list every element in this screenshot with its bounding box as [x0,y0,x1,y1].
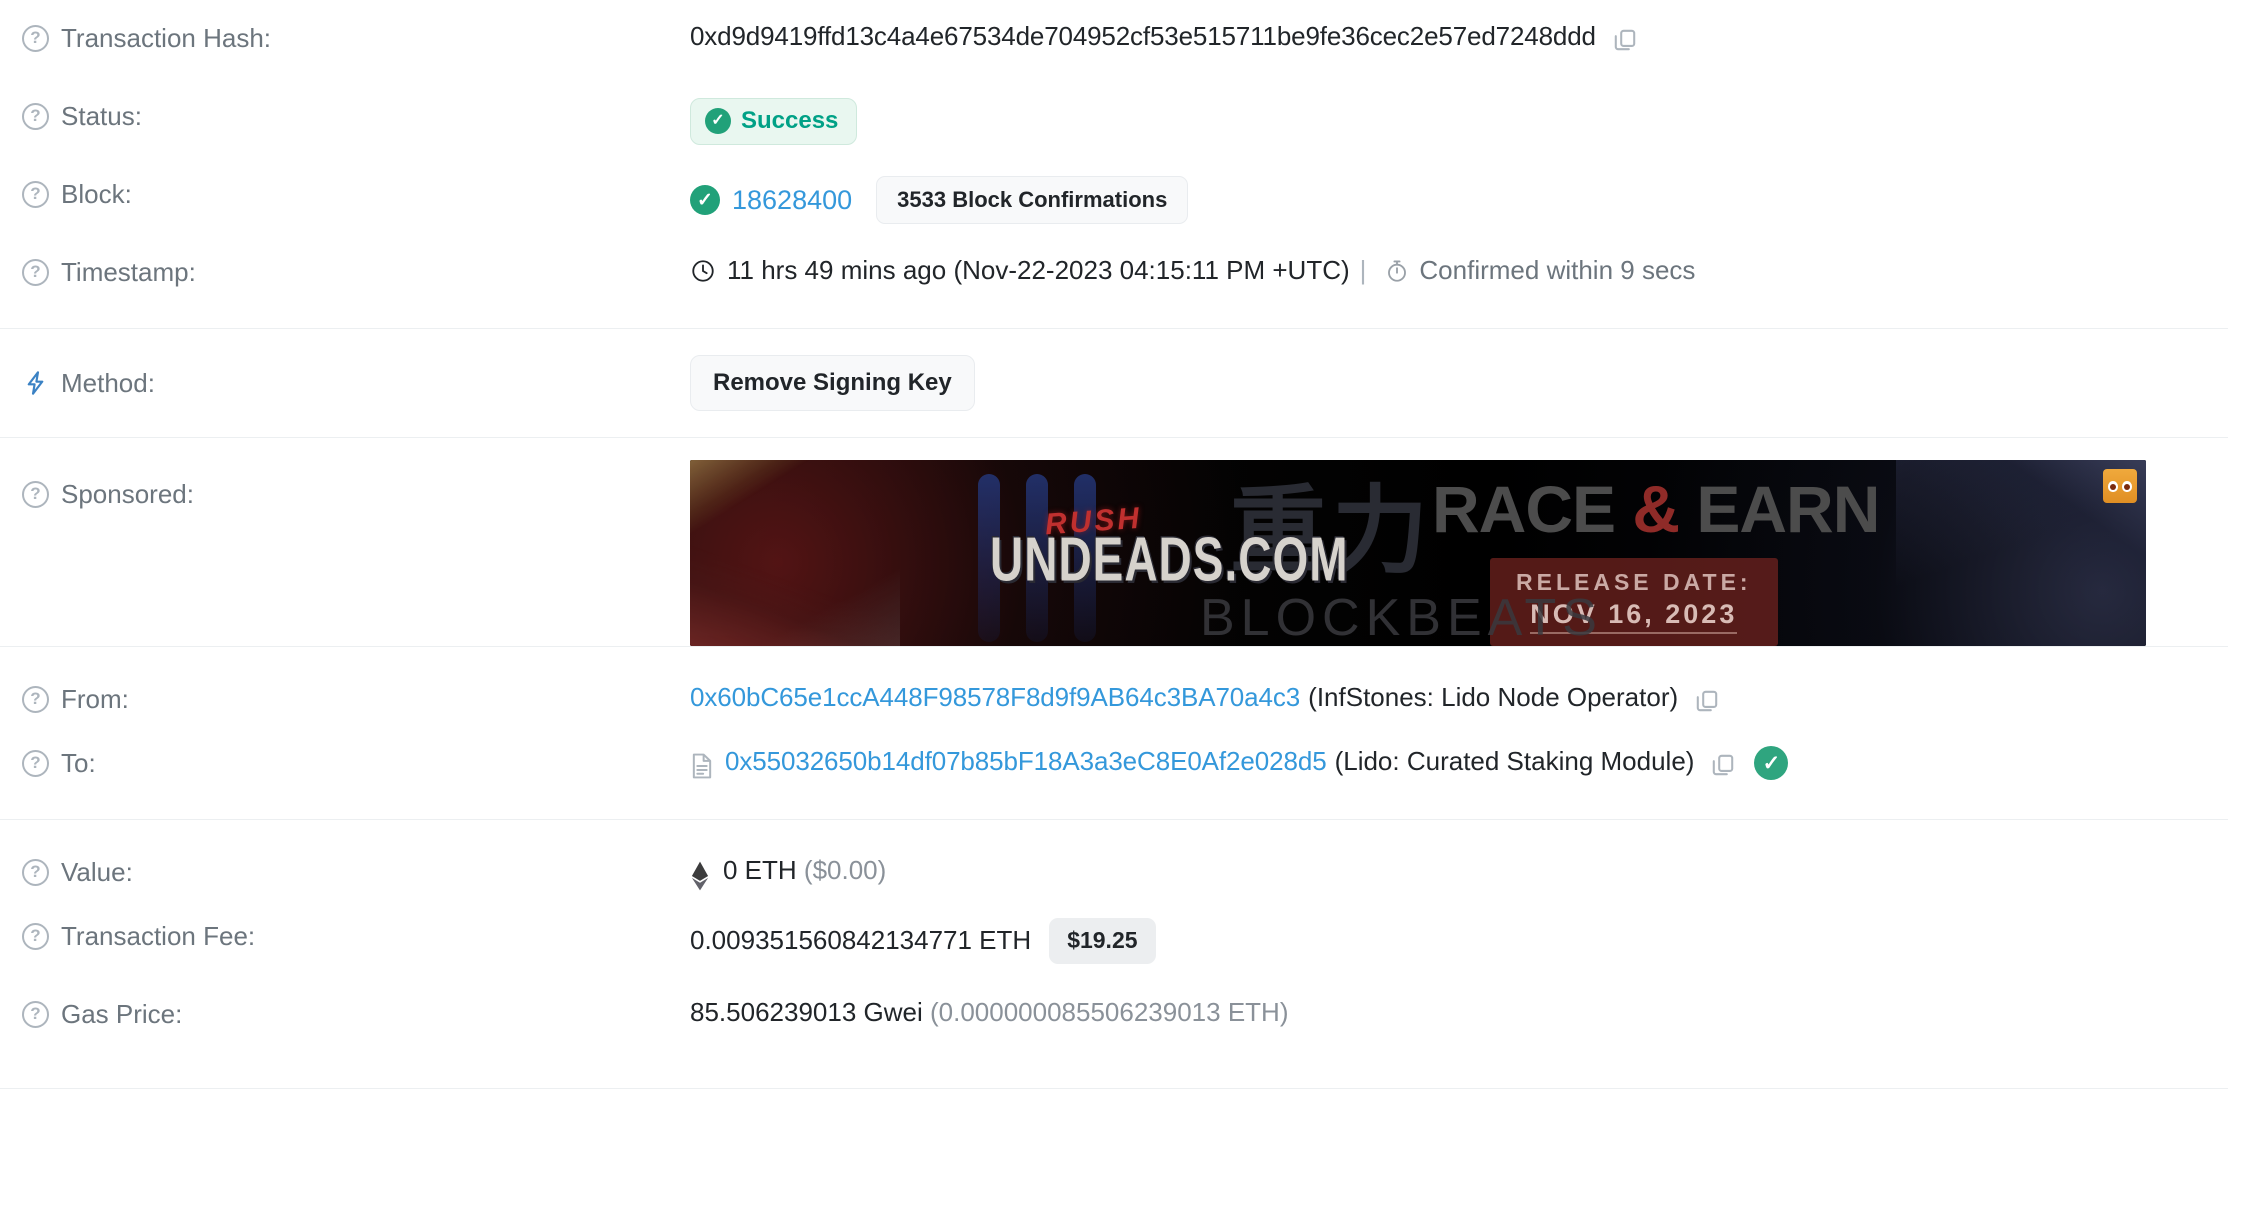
block-confirmations-badge: 3533 Block Confirmations [876,176,1189,225]
value-transaction-fee: 0.009351560842134771 ETH $19.25 [690,898,2250,964]
timestamp-absolute: (Nov-22-2023 04:15:11 PM +UTC) [953,255,1350,285]
row-sponsored: ? Sponsored: 重力 RUSH UNDEADS.COM RACE & … [0,438,2250,646]
label-transaction-hash: ? Transaction Hash: [22,0,690,55]
row-value: ? Value: 0 ETH ($0.00) [0,820,2250,898]
row-to: ? To: 0x55032650b14df07b85bF18A3a3eC8E0A… [0,725,2250,803]
banner-artwork-left [690,460,900,646]
row-transaction-fee: ? Transaction Fee: 0.009351560842134771 … [0,898,2250,976]
label-value: ? Value: [22,834,690,889]
label-gas-price: ? Gas Price: [22,976,690,1031]
label-timestamp: ? Timestamp: [22,234,690,289]
ethereum-diamond-icon [690,861,710,891]
value-sponsored: 重力 RUSH UNDEADS.COM RACE & EARN RELEASE … [690,460,2250,646]
value-timestamp: 11 hrs 49 mins ago (Nov-22-2023 04:15:11… [690,234,2250,288]
label-text: From: [61,684,129,714]
label-status: ? Status: [22,78,690,133]
method-badge[interactable]: Remove Signing Key [690,354,975,412]
transaction-fee-amount: 0.009351560842134771 ETH [690,924,1032,955]
question-mark-icon[interactable]: ? [22,24,49,52]
verified-check-icon: ✓ [1754,746,1789,780]
stopwatch-icon [1384,258,1410,284]
question-mark-icon[interactable]: ? [22,180,49,208]
question-mark-icon[interactable]: ? [22,858,49,886]
label-to: ? To: [22,725,690,780]
label-text: Status: [61,101,142,131]
value-block: ✓ 18628400 3533 Block Confirmations [690,156,2250,225]
label-method: Method: [22,367,690,400]
label-from: ? From: [22,661,690,716]
value-fiat: ($0.00) [803,855,887,885]
label-text: Gas Price: [61,999,183,1029]
question-mark-icon[interactable]: ? [22,102,49,130]
to-address-link[interactable]: 0x55032650b14df07b85bF18A3a3eC8E0Af2e028… [725,745,1327,779]
status-badge: ✓ Success [690,98,858,145]
question-mark-icon[interactable]: ? [22,258,49,286]
row-block: ? Block: ✓ 18628400 3533 Block Confirmat… [0,156,2250,234]
ad-eyes-icon[interactable] [2103,469,2137,503]
banner-headline-1: RACE [1432,472,1616,546]
timestamp-separator: | [1359,255,1367,285]
label-transaction-fee: ? Transaction Fee: [22,898,690,953]
value-amount: 0 ETH [723,855,797,885]
value-value: 0 ETH ($0.00) [690,834,2250,891]
label-text: Method: [61,367,155,398]
to-address-tag: (Lido: Curated Staking Module) [1334,746,1695,777]
label-text: Sponsored: [61,479,194,509]
row-gas-price: ? Gas Price: 85.506239013 Gwei (0.000000… [0,976,2250,1054]
label-text: Timestamp: [61,257,196,287]
copy-icon[interactable] [1710,752,1736,778]
from-address-link[interactable]: 0x60bC65e1ccA448F98578F8d9f9AB64c3BA70a4… [690,681,1300,715]
copy-icon[interactable] [1612,27,1638,53]
check-circle-icon: ✓ [705,108,731,135]
value-transaction-hash: 0xd9d9419ffd13c4a4e67534de704952cf53e515… [690,0,2250,54]
value-status: ✓ Success [690,78,2250,145]
label-text: Block: [61,179,132,209]
transaction-fee-fiat-badge: $19.25 [1049,918,1156,964]
value-from: 0x60bC65e1ccA448F98578F8d9f9AB64c3BA70a4… [690,661,2250,715]
label-sponsored: ? Sponsored: [22,460,690,511]
banner-headline-2: EARN [1696,472,1880,546]
timestamp-confirmed-within: Confirmed within 9 secs [1419,255,1696,285]
value-method: Remove Signing Key [690,354,2250,412]
banner-headline-amp: & [1632,472,1680,546]
from-address-tag: (InfStones: Lido Node Operator) [1308,682,1679,712]
question-mark-icon[interactable]: ? [22,685,49,713]
status-text: Success [741,107,839,134]
sponsored-banner[interactable]: 重力 RUSH UNDEADS.COM RACE & EARN RELEASE … [690,460,2146,646]
gas-price-gwei: 85.506239013 Gwei [690,997,923,1027]
transaction-details-card: ? Transaction Hash: 0xd9d9419ffd13c4a4e6… [0,0,2250,1208]
question-mark-icon[interactable]: ? [22,922,49,950]
label-text: To: [61,748,96,778]
question-mark-icon[interactable]: ? [22,749,49,777]
row-from: ? From: 0x60bC65e1ccA448F98578F8d9f9AB64… [0,647,2250,725]
label-text: Value: [61,857,133,887]
transaction-hash-text: 0xd9d9419ffd13c4a4e67534de704952cf53e515… [690,21,1596,51]
block-number-link[interactable]: 18628400 [732,183,852,218]
row-status: ? Status: ✓ Success [0,78,2250,156]
copy-icon[interactable] [1694,688,1720,714]
row-transaction-hash: ? Transaction Hash: 0xd9d9419ffd13c4a4e6… [0,0,2250,78]
timestamp-relative: 11 hrs 49 mins ago [727,255,947,285]
label-text: Transaction Fee: [61,921,256,951]
row-method: Method: Remove Signing Key [0,329,2250,437]
question-mark-icon[interactable]: ? [22,480,49,508]
value-to: 0x55032650b14df07b85bF18A3a3eC8E0Af2e028… [690,725,2250,780]
check-circle-icon: ✓ [690,185,720,216]
banner-watermark: BLOCKBEATS [1200,589,1603,646]
label-text: Transaction Hash: [61,23,272,53]
lightning-bolt-icon [22,369,49,397]
question-mark-icon[interactable]: ? [22,1000,49,1028]
contract-document-icon [690,752,714,780]
banner-headline: RACE & EARN [1432,476,1880,542]
value-gas-price: 85.506239013 Gwei (0.000000085506239013 … [690,976,2250,1030]
divider [0,1088,2228,1089]
label-block: ? Block: [22,156,690,211]
clock-icon [690,258,716,284]
gas-price-eth: (0.000000085506239013 ETH) [929,997,1289,1027]
row-timestamp: ? Timestamp: 11 hrs 49 mins ago (Nov-22-… [0,234,2250,312]
